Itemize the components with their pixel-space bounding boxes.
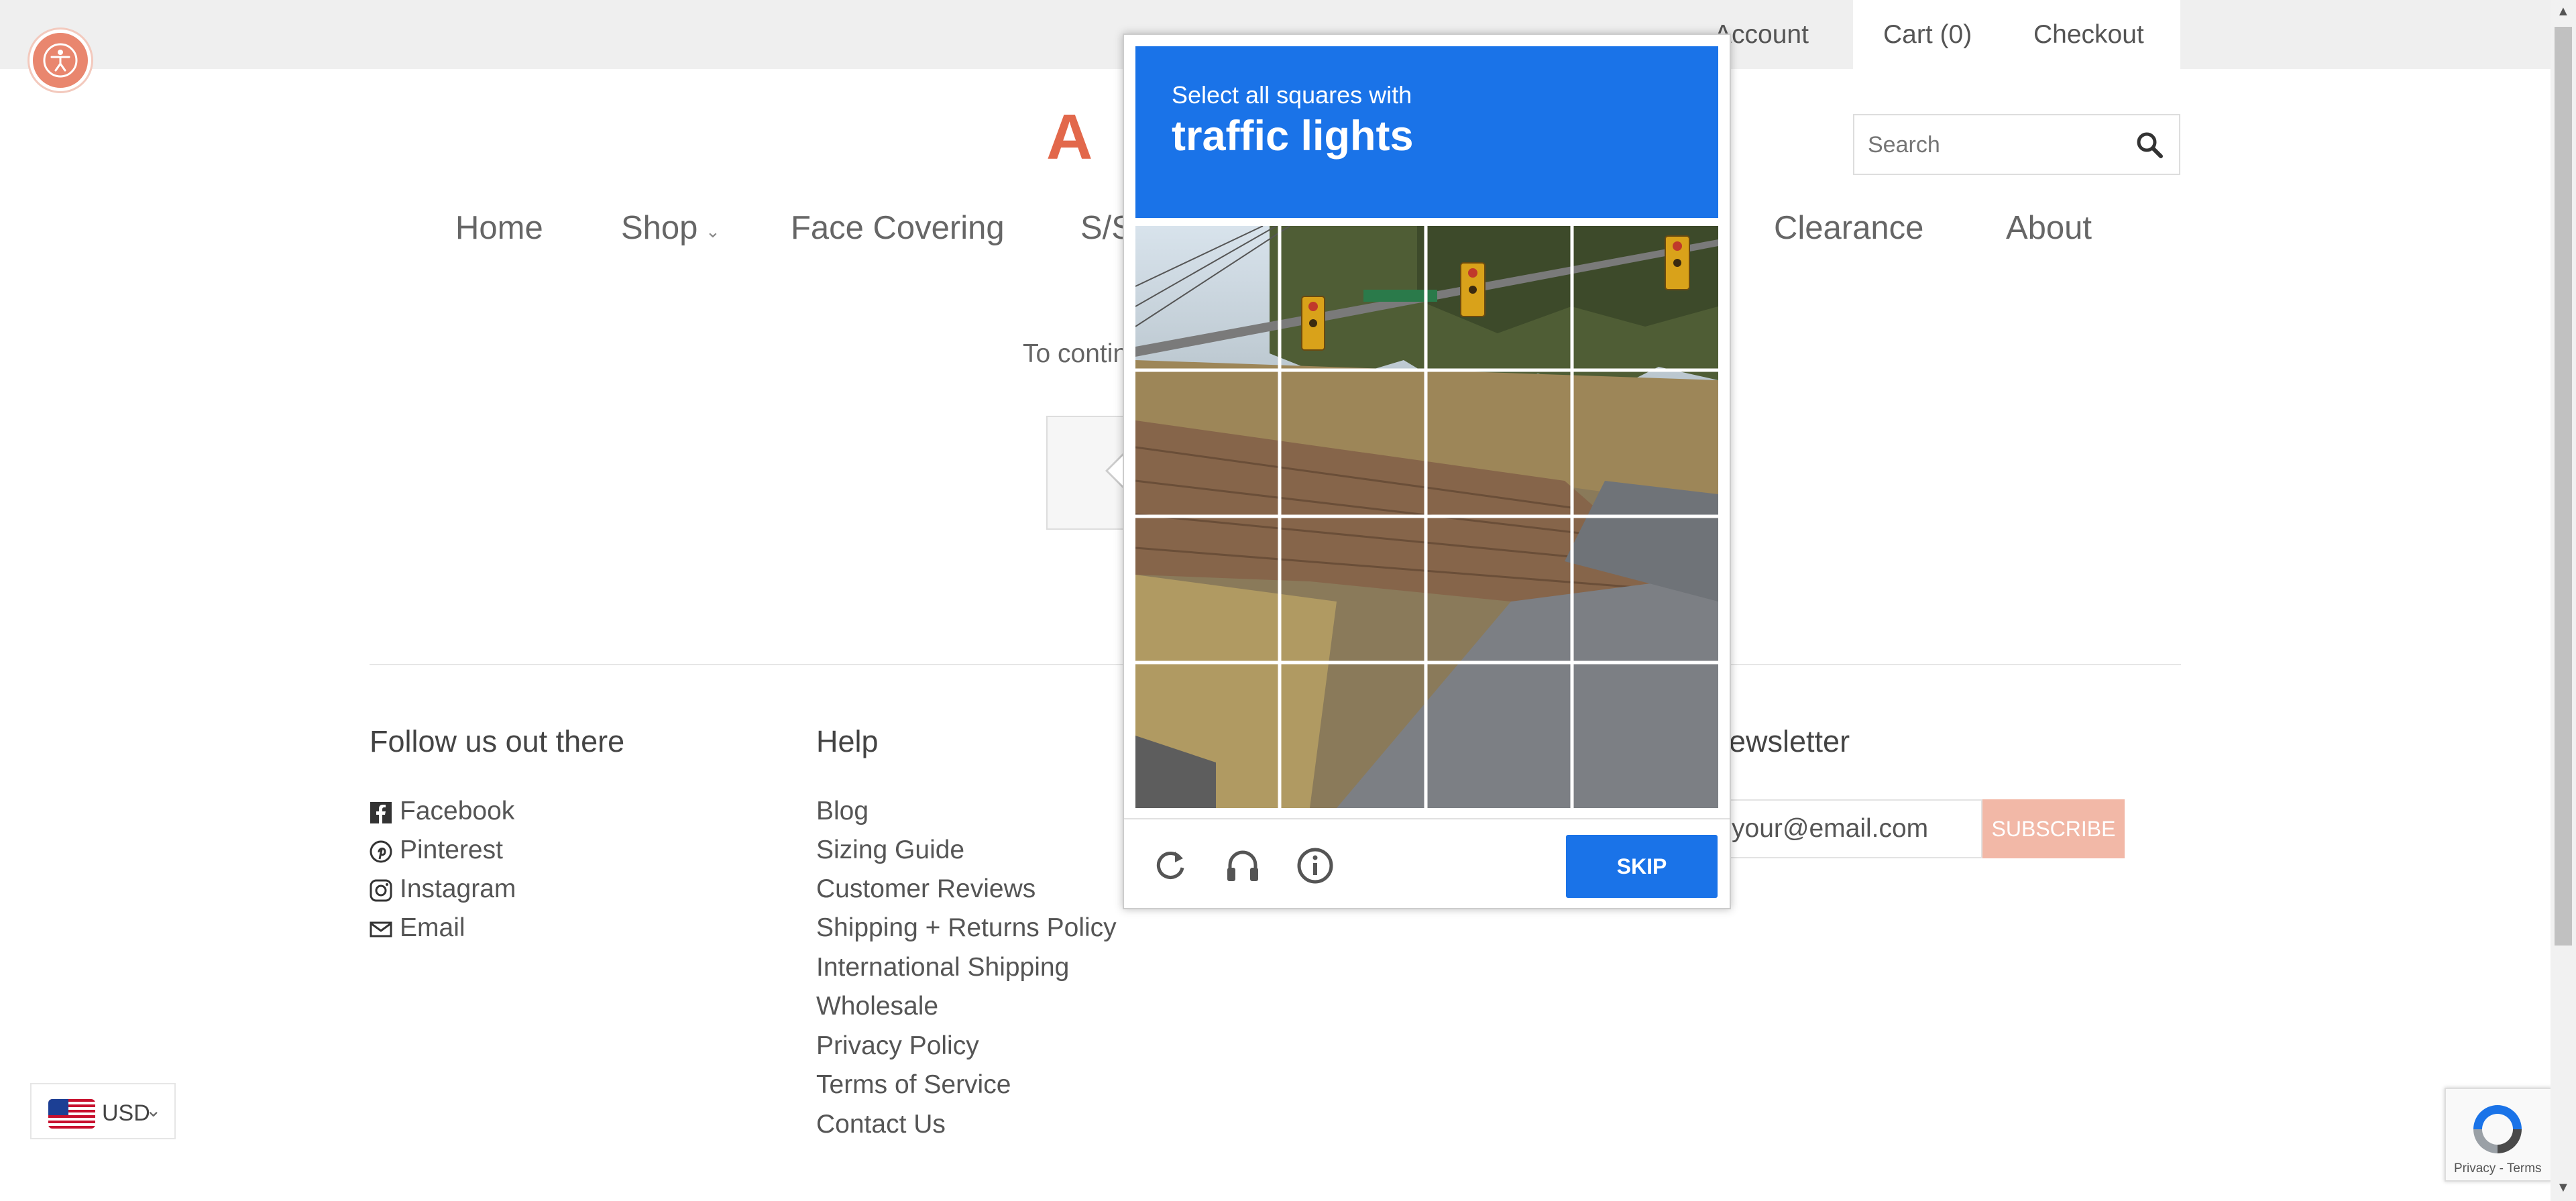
footer-link-terms-of-service[interactable]: Terms of Service — [816, 1070, 1011, 1100]
footer-link-instagram[interactable]: Instagram — [400, 874, 516, 904]
footer-link-facebook[interactable]: Facebook — [400, 797, 514, 826]
page: Account Cart (0) Checkout A L Home Shop … — [0, 0, 2576, 1201]
footer-link-contact-us[interactable]: Contact Us — [816, 1110, 946, 1139]
facebook-icon — [370, 802, 392, 823]
captcha-image-grid — [1135, 226, 1718, 808]
footer-link-privacy-policy[interactable]: Privacy Policy — [816, 1031, 979, 1061]
captcha-tile[interactable] — [1428, 518, 1571, 661]
captcha-tile[interactable] — [1135, 372, 1278, 515]
captcha-tile[interactable] — [1428, 372, 1571, 515]
accessibility-icon — [43, 43, 78, 78]
search-box — [1853, 114, 2180, 175]
recaptcha-logo-icon — [2473, 1105, 2522, 1153]
captcha-footer-divider — [1124, 818, 1730, 819]
captcha-challenge: Select all squares with traffic lights S… — [1123, 34, 1731, 909]
newsletter-heading: ewsletter — [1729, 724, 1850, 758]
chevron-down-icon: ⌄ — [706, 221, 720, 241]
accessibility-button[interactable] — [30, 30, 91, 91]
info-icon[interactable] — [1296, 846, 1335, 885]
follow-heading: Follow us out there — [370, 724, 625, 758]
search-input[interactable] — [1868, 127, 2116, 162]
captcha-tile[interactable] — [1282, 518, 1424, 661]
nav-shop[interactable]: Shop — [621, 209, 697, 247]
cart-link[interactable]: Cart (0) — [1883, 0, 1972, 69]
newsletter-email-value: your@email.com — [1732, 814, 1929, 843]
email-icon — [370, 921, 392, 937]
currency-selector[interactable]: USD ⌄ — [30, 1083, 176, 1139]
checkout-link[interactable]: Checkout — [2033, 0, 2144, 69]
captcha-tile[interactable] — [1574, 518, 1717, 661]
captcha-tile[interactable] — [1574, 226, 1717, 369]
captcha-tile[interactable] — [1574, 372, 1717, 515]
recaptcha-badge[interactable]: Privacy - Terms — [2445, 1088, 2552, 1182]
captcha-tile[interactable] — [1574, 665, 1717, 807]
footer-link-international-shipping[interactable]: International Shipping — [816, 953, 1069, 982]
footer-link-wholesale[interactable]: Wholesale — [816, 992, 938, 1021]
subscribe-button[interactable]: SUBSCRIBE — [1982, 799, 2125, 858]
captcha-tile[interactable] — [1428, 665, 1571, 807]
search-icon[interactable] — [2135, 130, 2164, 160]
continue-text: To contin — [1023, 339, 1128, 368]
nav-home[interactable]: Home — [455, 209, 543, 247]
scroll-thumb[interactable] — [2555, 27, 2572, 946]
nav-face-covering[interactable]: Face Covering — [791, 209, 1005, 247]
scroll-up-icon[interactable]: ▲ — [2557, 4, 2570, 19]
footer-link-blog[interactable]: Blog — [816, 797, 869, 826]
pinterest-icon — [370, 840, 392, 863]
nav-about[interactable]: About — [2006, 209, 2092, 247]
footer-link-email[interactable]: Email — [400, 913, 465, 943]
nav-clearance[interactable]: Clearance — [1774, 209, 1923, 247]
captcha-tile[interactable] — [1135, 226, 1278, 369]
audio-icon[interactable] — [1223, 846, 1262, 885]
skip-button[interactable]: SKIP — [1566, 835, 1718, 898]
chevron-down-icon: ⌄ — [146, 1100, 162, 1121]
captcha-tile[interactable] — [1282, 372, 1424, 515]
footer-link-sizing-guide[interactable]: Sizing Guide — [816, 836, 964, 865]
us-flag-icon — [48, 1099, 95, 1129]
instagram-icon — [370, 879, 392, 902]
footer-link-shipping-returns[interactable]: Shipping + Returns Policy — [816, 913, 1117, 943]
recaptcha-privacy-terms[interactable]: Privacy - Terms — [2454, 1161, 2542, 1176]
page-scrollbar[interactable]: ▲ ▼ — [2551, 0, 2576, 1201]
captcha-tile[interactable] — [1428, 226, 1571, 369]
scroll-down-icon[interactable]: ▼ — [2557, 1180, 2570, 1196]
currency-code: USD — [102, 1100, 150, 1126]
footer-link-customer-reviews[interactable]: Customer Reviews — [816, 874, 1035, 904]
captcha-prompt: Select all squares with — [1172, 81, 1412, 109]
footer-link-pinterest[interactable]: Pinterest — [400, 836, 503, 865]
help-heading: Help — [816, 724, 879, 758]
newsletter-email-field[interactable]: your@email.com — [1717, 799, 1982, 858]
captcha-tile[interactable] — [1282, 665, 1424, 807]
captcha-tile[interactable] — [1135, 518, 1278, 661]
captcha-tile[interactable] — [1282, 226, 1424, 369]
captcha-target: traffic lights — [1172, 113, 1414, 160]
captcha-tile[interactable] — [1135, 665, 1278, 807]
captcha-header: Select all squares with traffic lights — [1135, 46, 1718, 218]
captcha-pointer-inner — [1108, 456, 1123, 485]
reload-icon[interactable] — [1151, 846, 1190, 885]
